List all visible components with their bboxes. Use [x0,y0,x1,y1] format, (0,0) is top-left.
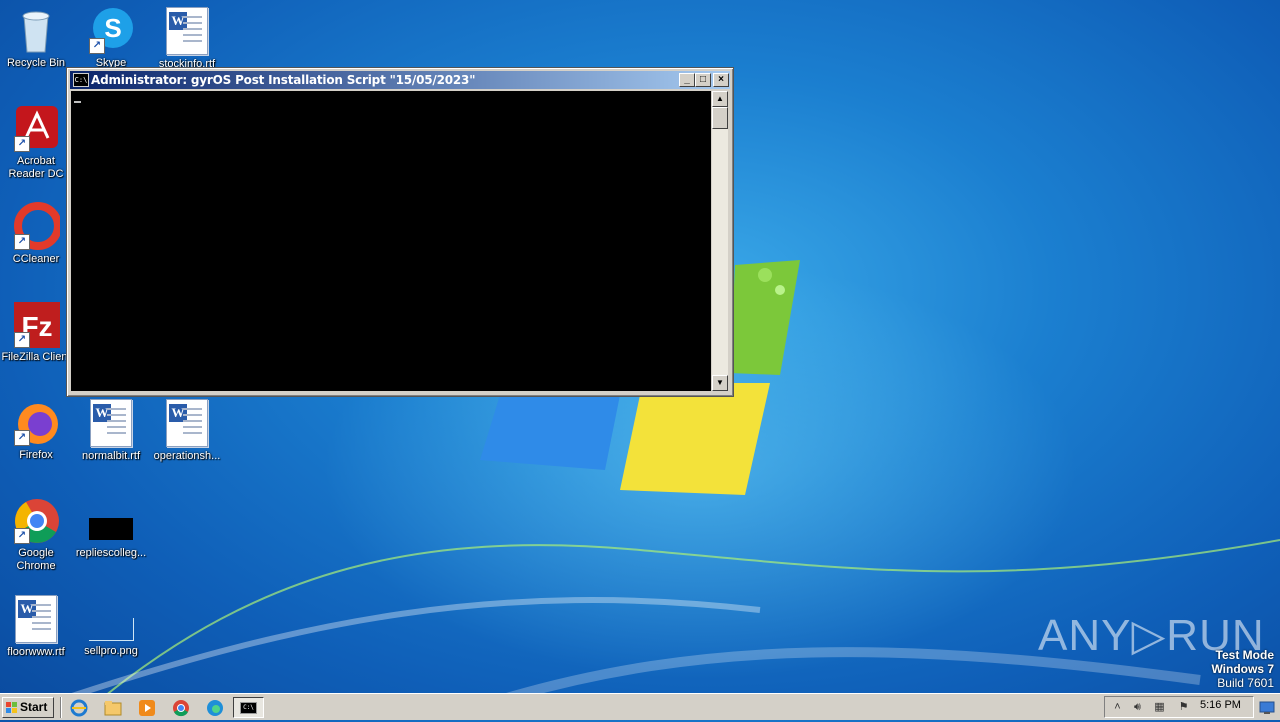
windows-logo-icon [6,702,18,714]
shortcut-arrow-icon: ↗ [14,136,30,152]
scroll-down-button[interactable]: ▼ [712,375,728,391]
desktop-icon-firefox[interactable]: ↗ Firefox [0,398,72,462]
svg-text:S: S [104,13,121,43]
desktop-icon-normalbit[interactable]: W normalbit.rtf [75,398,147,463]
start-button[interactable]: Start [2,697,54,718]
taskbar-separator [60,697,62,718]
black-file-thumbnail-icon [87,496,135,544]
text-cursor [74,101,81,103]
word-document-icon: W [12,595,60,643]
desktop-icon-ccleaner[interactable]: ↗ CCleaner [0,202,72,266]
scroll-up-button[interactable]: ▲ [712,91,728,107]
network-icon[interactable]: ▦ [1153,701,1166,714]
volume-icon[interactable]: 🔊︎ [1131,701,1144,714]
desktop-icon-label: Firefox [19,449,53,461]
ccleaner-icon: ↗ [12,202,62,250]
firefox-icon: ↗ [12,398,60,446]
skype-icon: S ↗ [87,6,135,54]
taskbar-console-button[interactable]: C:\ [233,697,264,718]
desktop-icon-label: Recycle Bin [6,57,66,69]
test-mode-label: Test Mode [1215,648,1274,662]
desktop-icon-label: normalbit.rtf [81,450,141,462]
desktop-icon-skype[interactable]: S ↗ Skype [75,6,147,70]
word-document-icon: W [163,7,211,55]
shortcut-arrow-icon: ↗ [14,528,30,544]
desktop-icon-operationsh[interactable]: W operationsh... [151,398,223,463]
desktop-icon-floorwww[interactable]: W floorwww.rtf [0,594,72,659]
window-titlebar[interactable]: C:\ Administrator: gyrOS Post Installati… [70,71,730,89]
word-document-icon: W [163,399,211,447]
explorer-icon[interactable] [104,699,122,717]
desktop-icon-recycle-bin[interactable]: Recycle Bin [0,6,72,70]
edge-icon[interactable] [206,699,224,717]
image-thumbnail-icon [87,594,135,642]
test-mode-notice: Test Mode Windows 7 Build 7601 [1211,648,1274,690]
console-window[interactable]: C:\ Administrator: gyrOS Post Installati… [66,67,734,397]
console-output[interactable] [71,91,711,391]
build-label: Build 7601 [1217,676,1274,690]
show-desktop-icon[interactable] [1258,698,1276,716]
desktop-icon-label: floorwww.rtf [7,646,65,658]
desktop-icon-acrobat[interactable]: ↗ Acrobat Reader DC [0,104,72,181]
minimize-button[interactable]: _ [679,73,695,87]
taskbar: Start C:\ ˄ 🔊︎ ▦ ⚑ 5:16 PM [0,693,1280,720]
close-button[interactable]: × [713,73,729,87]
shortcut-arrow-icon: ↗ [89,38,105,54]
recycle-bin-icon [12,6,60,54]
word-document-icon: W [87,399,135,447]
show-hidden-icons-button[interactable]: ˄ [1111,701,1124,714]
desktop-icon-label: operationsh... [153,450,221,462]
console-icon: C:\ [73,73,89,87]
desktop-icon-stockinfo[interactable]: W stockinfo.rtf [151,6,223,71]
chrome-icon: ↗ [12,496,60,544]
desktop-icon-repliescolleg[interactable]: repliescolleg... [75,496,147,560]
desktop-icon-chrome[interactable]: ↗ Google Chrome [0,496,72,573]
acrobat-icon: ↗ [12,104,60,152]
maximize-button[interactable]: □ [695,73,711,87]
desktop-icon-label: CCleaner [12,253,60,265]
desktop-icon-label: sellpro.png [84,645,138,657]
desktop-icon-sellpro[interactable]: sellpro.png [75,594,147,658]
chrome-icon[interactable] [172,699,190,717]
clock[interactable]: 5:16 PM [1200,699,1241,711]
desktop-icon-label: Acrobat Reader DC [8,155,64,180]
console-icon: C:\ [240,702,257,714]
desktop-icon-label: repliescolleg... [75,547,147,559]
vertical-scrollbar[interactable]: ▲ ▼ [712,91,728,391]
shortcut-arrow-icon: ↗ [14,430,30,446]
shortcut-arrow-icon: ↗ [14,332,30,348]
desktop-icon-label: Google Chrome [16,547,56,572]
window-title: Administrator: gyrOS Post Installation S… [91,73,476,87]
desktop-icon-filezilla[interactable]: Fz ↗ FileZilla Client [0,300,72,364]
scroll-thumb[interactable] [712,107,728,129]
internet-explorer-icon[interactable] [70,699,88,717]
filezilla-icon: Fz ↗ [12,300,60,348]
media-player-icon[interactable] [138,699,156,717]
os-label: Windows 7 [1211,662,1274,676]
desktop-icon-label: FileZilla Client [1,351,71,363]
shortcut-arrow-icon: ↗ [14,234,30,250]
start-label: Start [20,700,48,714]
action-center-flag-icon[interactable]: ⚑ [1177,701,1190,714]
